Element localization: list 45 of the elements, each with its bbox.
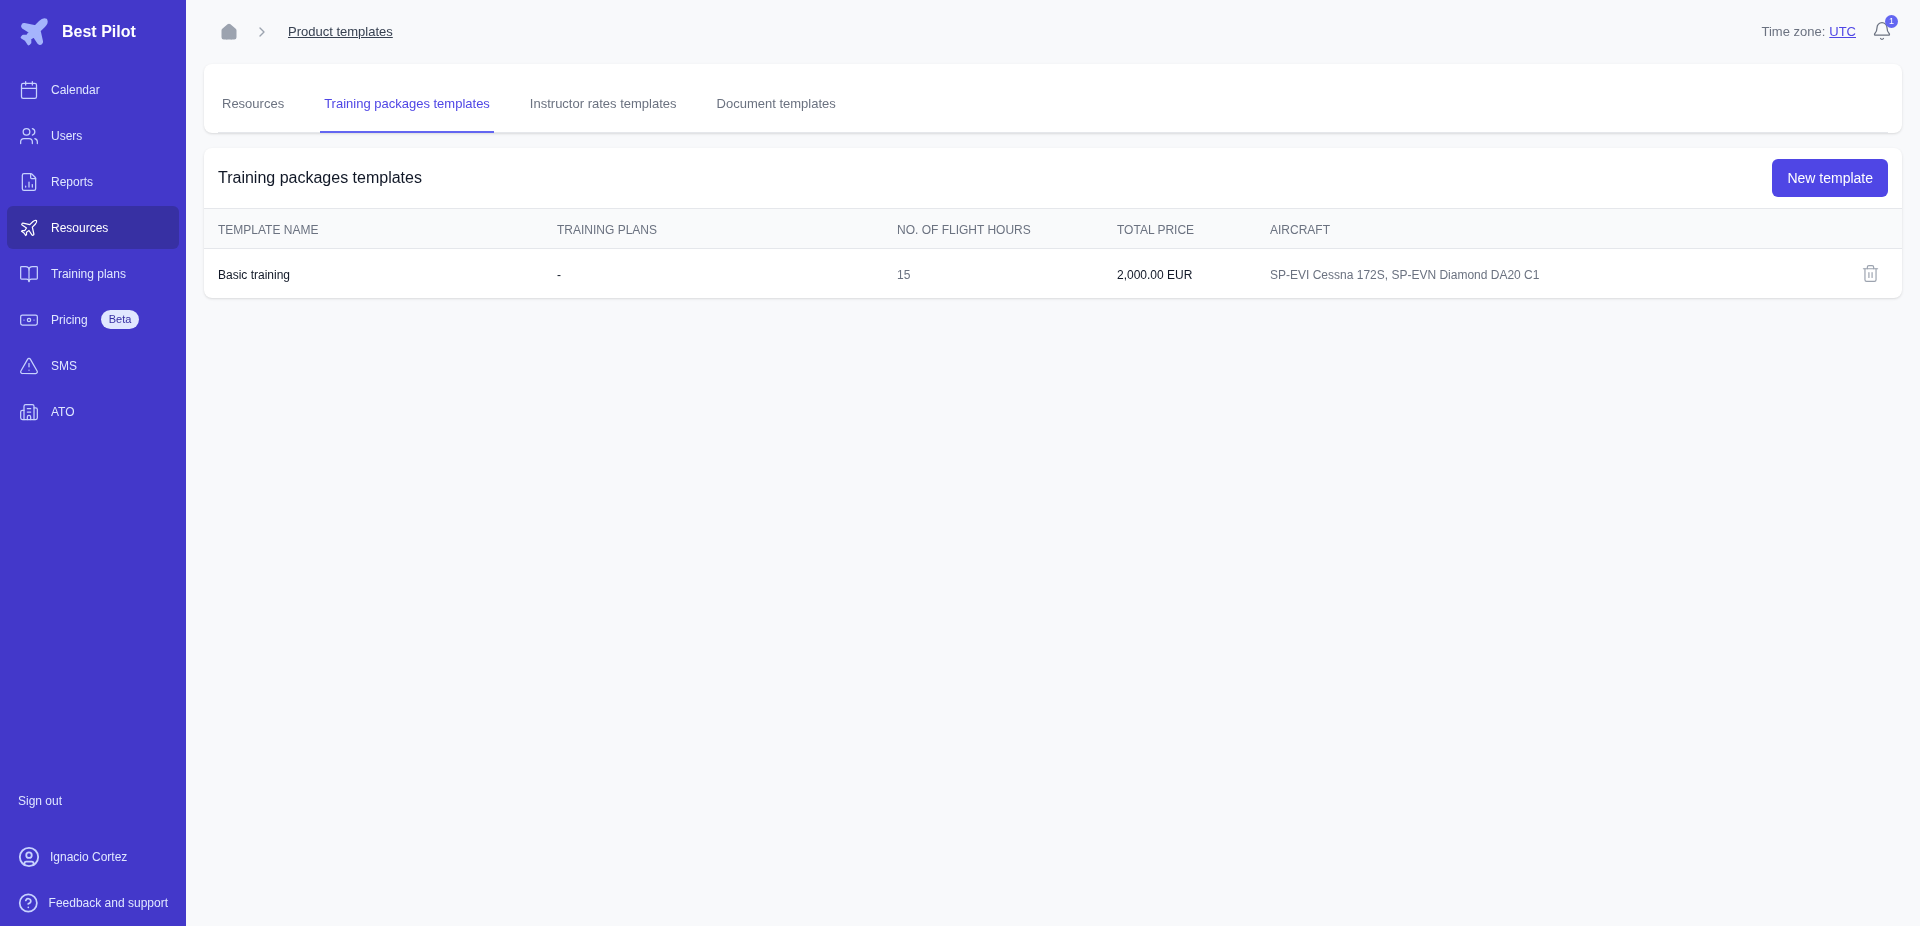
sign-out-link[interactable]: Sign out bbox=[7, 792, 179, 810]
delete-icon[interactable] bbox=[1861, 264, 1880, 283]
calendar-icon bbox=[19, 79, 39, 100]
brand-name: Best Pilot bbox=[62, 22, 136, 42]
table-cell: Basic training bbox=[218, 267, 291, 282]
plane-icon bbox=[19, 217, 39, 238]
table-cell: 2,000.00 EUR bbox=[1117, 267, 1193, 282]
column-header: TRAINING PLANS bbox=[557, 222, 658, 237]
sidebar-item[interactable]: Training plans bbox=[7, 252, 179, 295]
column-header: TOTAL PRICE bbox=[1117, 222, 1195, 237]
sidebar-item[interactable]: ATO bbox=[7, 390, 179, 433]
user-avatar-icon bbox=[18, 846, 40, 868]
sidebar-item[interactable]: Reports bbox=[7, 160, 179, 203]
table-cell: - bbox=[557, 267, 561, 282]
sidebar-item[interactable]: Calendar bbox=[7, 68, 179, 111]
chart-file-icon bbox=[19, 171, 39, 192]
column-header: TEMPLATE NAME bbox=[218, 222, 319, 237]
sidebar-item[interactable]: Resources bbox=[7, 206, 179, 249]
breadcrumb-link[interactable]: Product templates bbox=[288, 22, 393, 42]
sidebar-item[interactable]: SMS bbox=[7, 344, 179, 387]
home-icon[interactable] bbox=[220, 23, 238, 41]
column-header: AIRCRAFT bbox=[1270, 222, 1330, 237]
notification-count: 1 bbox=[1885, 15, 1898, 28]
time-zone-label: Time zone: bbox=[1761, 23, 1826, 42]
sidebar-item[interactable]: Users bbox=[7, 114, 179, 157]
tab[interactable]: Instructor rates templates bbox=[525, 91, 681, 133]
building-icon bbox=[19, 401, 39, 422]
column-header: NO. OF FLIGHT HOURS bbox=[897, 222, 1031, 237]
panel-title: Training packages templates bbox=[218, 168, 422, 188]
new-template-button[interactable]: New template bbox=[1772, 159, 1888, 197]
warning-icon bbox=[19, 355, 39, 376]
tab[interactable]: Training packages templates bbox=[320, 91, 494, 133]
book-icon bbox=[19, 263, 39, 284]
beta-badge: Beta bbox=[100, 310, 140, 329]
table-cell: 15 bbox=[897, 267, 911, 282]
users-icon bbox=[19, 125, 39, 146]
feedback-link[interactable]: Feedback and support bbox=[7, 892, 179, 914]
tab[interactable]: Document templates bbox=[712, 91, 840, 133]
user-profile-link[interactable]: Ignacio Cortez bbox=[7, 846, 179, 868]
help-icon bbox=[18, 892, 39, 914]
plane-logo-icon bbox=[18, 16, 50, 48]
time-zone-link[interactable]: UTC bbox=[1829, 22, 1856, 42]
tab[interactable]: Resources bbox=[218, 91, 289, 133]
sidebar-item[interactable]: Pricing Beta bbox=[7, 298, 179, 341]
table-cell: SP-EVI Cessna 172S, SP-EVN Diamond DA20 C1 bbox=[1270, 267, 1540, 282]
